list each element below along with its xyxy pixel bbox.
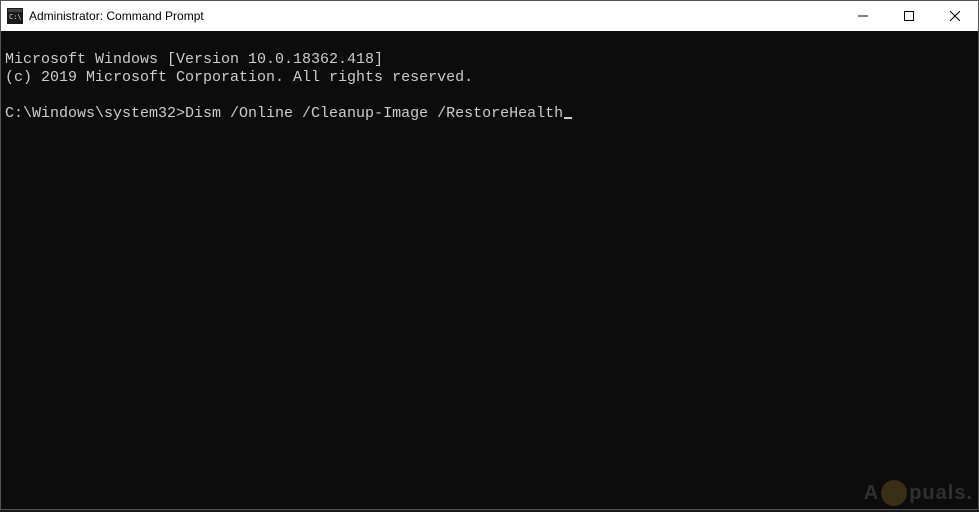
cmd-icon: C:\ (7, 8, 23, 24)
command-prompt-window: C:\ Administrator: Command Prompt Micros… (0, 0, 979, 510)
command-text: Dism /Online /Cleanup-Image /RestoreHeal… (185, 105, 563, 122)
svg-text:C:\: C:\ (9, 13, 22, 21)
titlebar[interactable]: C:\ Administrator: Command Prompt (1, 1, 978, 31)
version-line: Microsoft Windows [Version 10.0.18362.41… (5, 51, 383, 68)
text-cursor (564, 117, 572, 119)
terminal-area[interactable]: Microsoft Windows [Version 10.0.18362.41… (1, 31, 978, 509)
minimize-button[interactable] (840, 1, 886, 31)
window-title: Administrator: Command Prompt (29, 9, 204, 23)
close-button[interactable] (932, 1, 978, 31)
prompt: C:\Windows\system32> (5, 105, 185, 122)
copyright-line: (c) 2019 Microsoft Corporation. All righ… (5, 69, 473, 86)
maximize-button[interactable] (886, 1, 932, 31)
window-controls (840, 1, 978, 31)
